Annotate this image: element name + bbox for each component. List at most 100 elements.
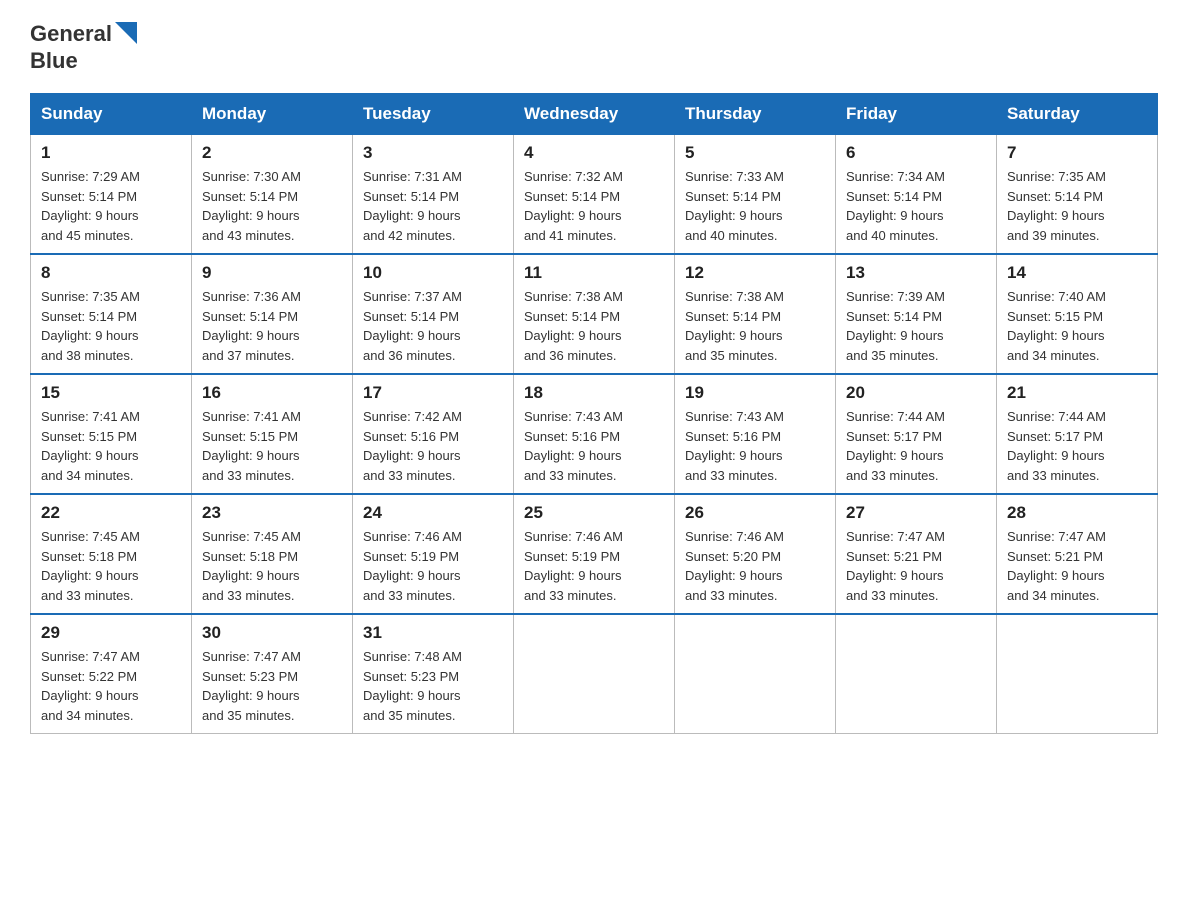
day-number: 15: [41, 383, 181, 403]
calendar-week-row: 29 Sunrise: 7:47 AM Sunset: 5:22 PM Dayl…: [31, 614, 1158, 734]
day-number: 7: [1007, 143, 1147, 163]
weekday-header-thursday: Thursday: [675, 94, 836, 135]
day-number: 3: [363, 143, 503, 163]
calendar-cell: [997, 614, 1158, 734]
calendar-cell: 19 Sunrise: 7:43 AM Sunset: 5:16 PM Dayl…: [675, 374, 836, 494]
calendar-cell: 13 Sunrise: 7:39 AM Sunset: 5:14 PM Dayl…: [836, 254, 997, 374]
calendar-cell: 17 Sunrise: 7:42 AM Sunset: 5:16 PM Dayl…: [353, 374, 514, 494]
day-info: Sunrise: 7:46 AM Sunset: 5:19 PM Dayligh…: [524, 527, 664, 605]
weekday-header-wednesday: Wednesday: [514, 94, 675, 135]
calendar-cell: [836, 614, 997, 734]
weekday-header-saturday: Saturday: [997, 94, 1158, 135]
day-info: Sunrise: 7:34 AM Sunset: 5:14 PM Dayligh…: [846, 167, 986, 245]
calendar-cell: [514, 614, 675, 734]
day-info: Sunrise: 7:43 AM Sunset: 5:16 PM Dayligh…: [524, 407, 664, 485]
calendar-week-row: 22 Sunrise: 7:45 AM Sunset: 5:18 PM Dayl…: [31, 494, 1158, 614]
calendar-cell: 24 Sunrise: 7:46 AM Sunset: 5:19 PM Dayl…: [353, 494, 514, 614]
day-info: Sunrise: 7:44 AM Sunset: 5:17 PM Dayligh…: [1007, 407, 1147, 485]
day-info: Sunrise: 7:43 AM Sunset: 5:16 PM Dayligh…: [685, 407, 825, 485]
day-info: Sunrise: 7:46 AM Sunset: 5:20 PM Dayligh…: [685, 527, 825, 605]
day-number: 13: [846, 263, 986, 283]
day-info: Sunrise: 7:44 AM Sunset: 5:17 PM Dayligh…: [846, 407, 986, 485]
day-number: 9: [202, 263, 342, 283]
day-info: Sunrise: 7:37 AM Sunset: 5:14 PM Dayligh…: [363, 287, 503, 365]
calendar-cell: 8 Sunrise: 7:35 AM Sunset: 5:14 PM Dayli…: [31, 254, 192, 374]
calendar-cell: 2 Sunrise: 7:30 AM Sunset: 5:14 PM Dayli…: [192, 135, 353, 255]
calendar-week-row: 15 Sunrise: 7:41 AM Sunset: 5:15 PM Dayl…: [31, 374, 1158, 494]
calendar-cell: 28 Sunrise: 7:47 AM Sunset: 5:21 PM Dayl…: [997, 494, 1158, 614]
weekday-header-tuesday: Tuesday: [353, 94, 514, 135]
day-number: 4: [524, 143, 664, 163]
day-info: Sunrise: 7:35 AM Sunset: 5:14 PM Dayligh…: [1007, 167, 1147, 245]
day-number: 6: [846, 143, 986, 163]
weekday-header-monday: Monday: [192, 94, 353, 135]
day-number: 27: [846, 503, 986, 523]
calendar-cell: 15 Sunrise: 7:41 AM Sunset: 5:15 PM Dayl…: [31, 374, 192, 494]
calendar-cell: 11 Sunrise: 7:38 AM Sunset: 5:14 PM Dayl…: [514, 254, 675, 374]
day-info: Sunrise: 7:46 AM Sunset: 5:19 PM Dayligh…: [363, 527, 503, 605]
day-info: Sunrise: 7:47 AM Sunset: 5:21 PM Dayligh…: [1007, 527, 1147, 605]
logo: General Blue: [30, 20, 137, 73]
day-info: Sunrise: 7:45 AM Sunset: 5:18 PM Dayligh…: [41, 527, 181, 605]
page-header: General Blue: [30, 20, 1158, 73]
day-info: Sunrise: 7:41 AM Sunset: 5:15 PM Dayligh…: [202, 407, 342, 485]
day-info: Sunrise: 7:40 AM Sunset: 5:15 PM Dayligh…: [1007, 287, 1147, 365]
weekday-header-sunday: Sunday: [31, 94, 192, 135]
calendar-cell: 25 Sunrise: 7:46 AM Sunset: 5:19 PM Dayl…: [514, 494, 675, 614]
day-info: Sunrise: 7:30 AM Sunset: 5:14 PM Dayligh…: [202, 167, 342, 245]
day-number: 28: [1007, 503, 1147, 523]
day-number: 30: [202, 623, 342, 643]
day-info: Sunrise: 7:47 AM Sunset: 5:21 PM Dayligh…: [846, 527, 986, 605]
calendar-cell: 30 Sunrise: 7:47 AM Sunset: 5:23 PM Dayl…: [192, 614, 353, 734]
day-number: 8: [41, 263, 181, 283]
day-info: Sunrise: 7:47 AM Sunset: 5:22 PM Dayligh…: [41, 647, 181, 725]
calendar-cell: 5 Sunrise: 7:33 AM Sunset: 5:14 PM Dayli…: [675, 135, 836, 255]
day-info: Sunrise: 7:48 AM Sunset: 5:23 PM Dayligh…: [363, 647, 503, 725]
day-info: Sunrise: 7:33 AM Sunset: 5:14 PM Dayligh…: [685, 167, 825, 245]
calendar-cell: 6 Sunrise: 7:34 AM Sunset: 5:14 PM Dayli…: [836, 135, 997, 255]
day-number: 29: [41, 623, 181, 643]
day-number: 5: [685, 143, 825, 163]
calendar-cell: 7 Sunrise: 7:35 AM Sunset: 5:14 PM Dayli…: [997, 135, 1158, 255]
calendar-cell: 22 Sunrise: 7:45 AM Sunset: 5:18 PM Dayl…: [31, 494, 192, 614]
calendar-cell: 26 Sunrise: 7:46 AM Sunset: 5:20 PM Dayl…: [675, 494, 836, 614]
calendar-cell: 12 Sunrise: 7:38 AM Sunset: 5:14 PM Dayl…: [675, 254, 836, 374]
calendar-cell: 16 Sunrise: 7:41 AM Sunset: 5:15 PM Dayl…: [192, 374, 353, 494]
day-number: 17: [363, 383, 503, 403]
calendar-cell: 3 Sunrise: 7:31 AM Sunset: 5:14 PM Dayli…: [353, 135, 514, 255]
day-info: Sunrise: 7:42 AM Sunset: 5:16 PM Dayligh…: [363, 407, 503, 485]
logo-text-blue: Blue: [30, 48, 78, 73]
calendar-cell: 21 Sunrise: 7:44 AM Sunset: 5:17 PM Dayl…: [997, 374, 1158, 494]
calendar-table: SundayMondayTuesdayWednesdayThursdayFrid…: [30, 93, 1158, 734]
day-info: Sunrise: 7:29 AM Sunset: 5:14 PM Dayligh…: [41, 167, 181, 245]
day-number: 11: [524, 263, 664, 283]
calendar-cell: 29 Sunrise: 7:47 AM Sunset: 5:22 PM Dayl…: [31, 614, 192, 734]
day-number: 19: [685, 383, 825, 403]
calendar-header-row: SundayMondayTuesdayWednesdayThursdayFrid…: [31, 94, 1158, 135]
day-info: Sunrise: 7:32 AM Sunset: 5:14 PM Dayligh…: [524, 167, 664, 245]
day-number: 26: [685, 503, 825, 523]
calendar-cell: 4 Sunrise: 7:32 AM Sunset: 5:14 PM Dayli…: [514, 135, 675, 255]
day-number: 18: [524, 383, 664, 403]
day-number: 14: [1007, 263, 1147, 283]
day-number: 20: [846, 383, 986, 403]
day-number: 22: [41, 503, 181, 523]
day-number: 24: [363, 503, 503, 523]
calendar-cell: [675, 614, 836, 734]
calendar-cell: 9 Sunrise: 7:36 AM Sunset: 5:14 PM Dayli…: [192, 254, 353, 374]
weekday-header-friday: Friday: [836, 94, 997, 135]
day-number: 1: [41, 143, 181, 163]
calendar-cell: 10 Sunrise: 7:37 AM Sunset: 5:14 PM Dayl…: [353, 254, 514, 374]
calendar-cell: 18 Sunrise: 7:43 AM Sunset: 5:16 PM Dayl…: [514, 374, 675, 494]
day-number: 2: [202, 143, 342, 163]
day-number: 31: [363, 623, 503, 643]
calendar-cell: 20 Sunrise: 7:44 AM Sunset: 5:17 PM Dayl…: [836, 374, 997, 494]
day-number: 12: [685, 263, 825, 283]
day-number: 16: [202, 383, 342, 403]
logo-triangle-icon: [115, 22, 137, 44]
calendar-cell: 27 Sunrise: 7:47 AM Sunset: 5:21 PM Dayl…: [836, 494, 997, 614]
calendar-cell: 14 Sunrise: 7:40 AM Sunset: 5:15 PM Dayl…: [997, 254, 1158, 374]
day-number: 10: [363, 263, 503, 283]
day-info: Sunrise: 7:35 AM Sunset: 5:14 PM Dayligh…: [41, 287, 181, 365]
day-info: Sunrise: 7:31 AM Sunset: 5:14 PM Dayligh…: [363, 167, 503, 245]
